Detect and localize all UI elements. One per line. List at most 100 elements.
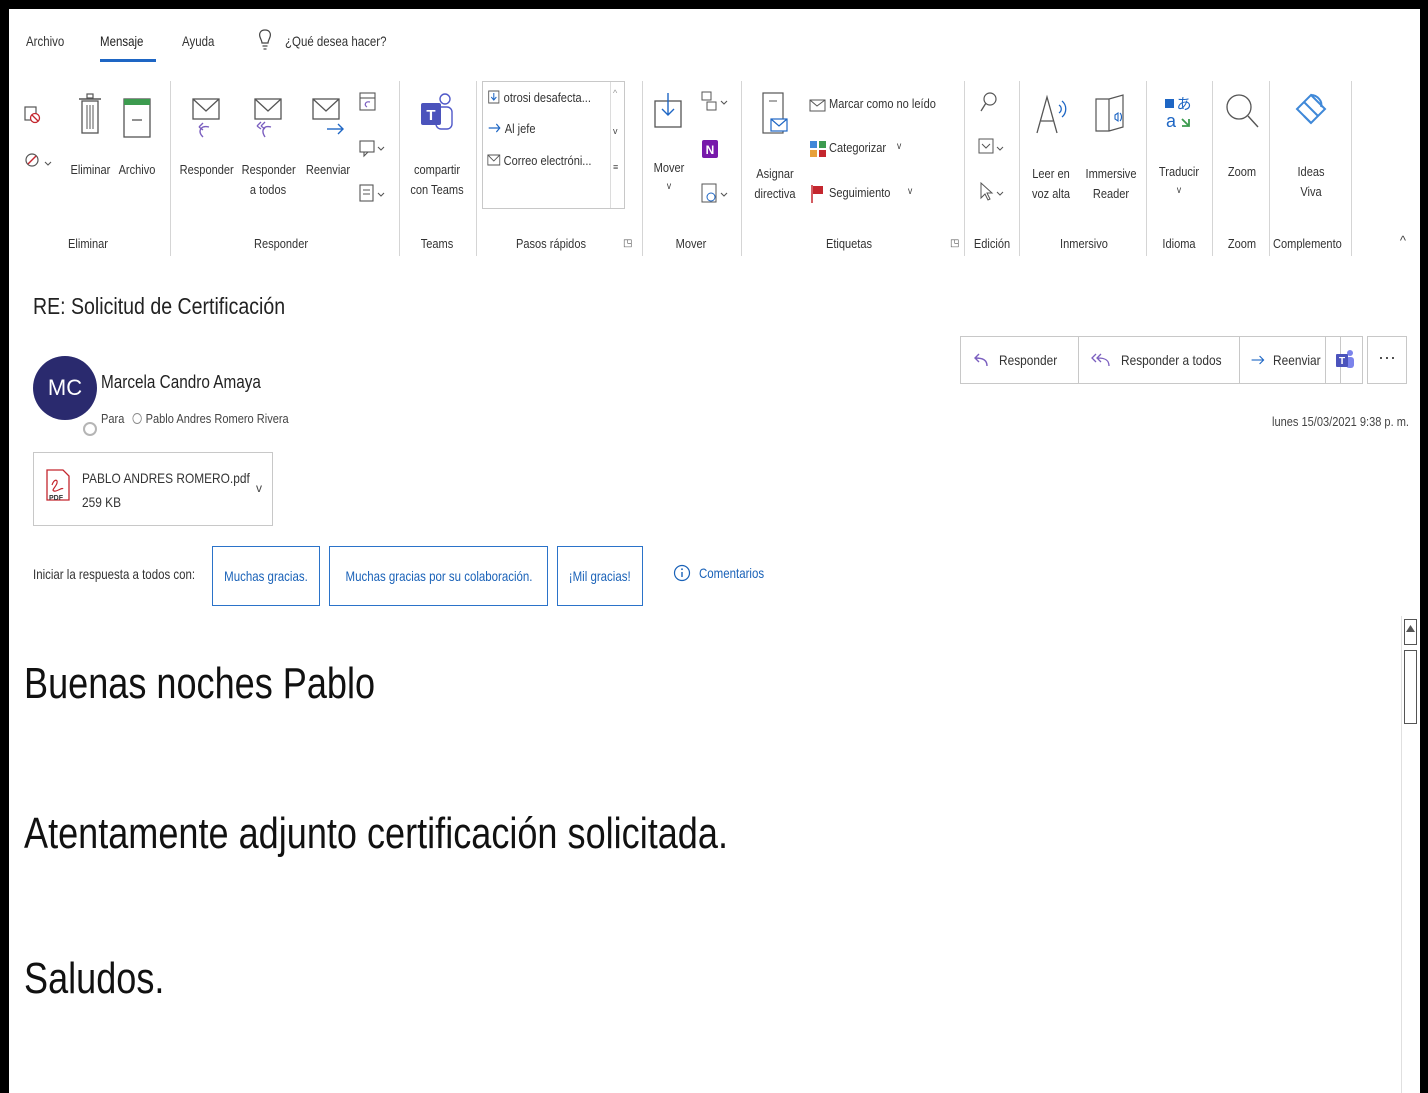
- dialog-launcher-icon[interactable]: ◳: [950, 238, 959, 249]
- read-aloud-button[interactable]: Leer en voz alta: [1023, 93, 1079, 203]
- dialog-launcher-icon[interactable]: ◳: [623, 238, 632, 249]
- suggested-reply-button[interactable]: Muchas gracias.: [212, 546, 320, 606]
- archive-button[interactable]: Archivo: [113, 93, 161, 177]
- suggested-replies: Iniciar la respuesta a todos con: Muchas…: [33, 546, 793, 608]
- follow-up-button[interactable]: Seguimiento v: [809, 183, 929, 207]
- chevron-down-icon: v: [1176, 185, 1182, 196]
- scroll-thumb[interactable]: [1404, 650, 1417, 724]
- assign-policy-label-2: directiva: [754, 186, 796, 201]
- svg-text:あ: あ: [1176, 95, 1191, 113]
- ribbon-separator: [1212, 81, 1213, 256]
- find-icon[interactable]: [979, 91, 999, 113]
- onenote-icon[interactable]: N: [699, 137, 723, 163]
- rules-icon[interactable]: [699, 89, 729, 115]
- feedback-link[interactable]: Comentarios: [673, 564, 778, 582]
- group-label-zoom: Zoom: [1227, 236, 1257, 251]
- sender-name[interactable]: Marcela Candro Amaya: [101, 372, 261, 393]
- translate-label: Traducir: [1158, 164, 1200, 179]
- ribbon-separator: [1146, 81, 1147, 256]
- reply-label: Responder: [179, 162, 234, 177]
- search-input[interactable]: ¿Qué desea hacer?: [285, 33, 386, 49]
- archive-icon: [123, 98, 151, 138]
- mark-unread-button[interactable]: Marcar como no leído: [809, 95, 959, 119]
- chevron-down-icon[interactable]: v: [613, 126, 618, 136]
- archive-label: Archivo: [118, 162, 156, 177]
- svg-text:N: N: [706, 143, 715, 157]
- more-respond-icon[interactable]: [358, 181, 386, 205]
- reply-button[interactable]: Responder: [175, 95, 237, 177]
- immersive-reader-icon: [1095, 94, 1124, 132]
- group-label-eliminar: Eliminar: [68, 236, 108, 251]
- quick-step-correo[interactable]: Correo electróni...: [487, 152, 592, 174]
- junk-icon[interactable]: [23, 150, 53, 172]
- meeting-reply-icon[interactable]: [358, 89, 378, 113]
- ignore-icon[interactable]: [23, 103, 41, 125]
- assign-policy-button[interactable]: Asignar directiva: [745, 91, 805, 201]
- categorize-icon: [810, 141, 826, 157]
- body-closing: Saludos.: [24, 954, 165, 1003]
- group-label-inmersivo: Inmersivo: [1060, 236, 1108, 251]
- reply-all-label-2: a todos: [249, 182, 287, 197]
- ribbon-separator: [1269, 81, 1270, 256]
- quick-steps-scroll[interactable]: ^ v ≡: [610, 82, 624, 208]
- collapse-ribbon-icon[interactable]: ^: [1400, 233, 1406, 248]
- reply-arrow-icon: [974, 353, 988, 367]
- immersive-reader-button[interactable]: Immersive Reader: [1079, 93, 1143, 203]
- read-aloud-label-2: voz alta: [1031, 186, 1071, 201]
- tab-mensaje[interactable]: Mensaje: [100, 33, 143, 49]
- attachment-card[interactable]: PDF PABLO ANDRES ROMERO.pdf 259 KB v: [33, 452, 273, 526]
- suggested-reply-button[interactable]: ¡Mil gracias!: [557, 546, 643, 606]
- actions-icon[interactable]: [699, 181, 729, 207]
- scroll-up-button[interactable]: [1404, 619, 1417, 645]
- forward-button[interactable]: Reenviar: [299, 95, 357, 177]
- reply-all-action-button[interactable]: Responder a todos: [1079, 337, 1240, 383]
- select-cursor-icon[interactable]: [977, 181, 1005, 203]
- avatar[interactable]: MC: [33, 356, 97, 420]
- follow-up-label: Seguimiento: [829, 185, 891, 200]
- teams-chat-button[interactable]: T: [1325, 336, 1363, 384]
- chevron-down-icon: v: [666, 181, 672, 192]
- trash-icon: [79, 93, 101, 134]
- group-label-idioma: Idioma: [1162, 236, 1196, 251]
- presence-status-icon: [83, 422, 97, 436]
- read-aloud-icon: [1036, 94, 1067, 134]
- reply-action-button[interactable]: Responder: [961, 337, 1079, 383]
- suggested-reply-button[interactable]: Muchas gracias por su colaboración.: [329, 546, 548, 606]
- chevron-up-icon[interactable]: ^: [613, 88, 617, 98]
- teams-icon: T: [421, 93, 453, 130]
- move-to-folder-icon: [488, 90, 500, 104]
- quick-step-otrosi[interactable]: otrosi desafecta...: [487, 89, 591, 111]
- related-icon[interactable]: [977, 136, 1005, 158]
- viva-insights-icon: [1295, 93, 1327, 125]
- categorize-button[interactable]: Categorizar v: [809, 138, 919, 162]
- delete-button[interactable]: Eliminar: [67, 93, 113, 177]
- zoom-button[interactable]: Zoom: [1216, 91, 1268, 181]
- im-reply-icon[interactable]: [358, 135, 386, 159]
- forward-label: Reenviar: [305, 162, 351, 177]
- group-label-mover: Mover: [675, 236, 707, 251]
- chevron-down-icon[interactable]: v: [256, 481, 262, 495]
- quick-step-al-jefe[interactable]: Al jefe: [487, 120, 535, 142]
- teams-icon: T: [1336, 350, 1354, 368]
- recipient-name[interactable]: Pablo Andres Romero Rivera: [146, 411, 289, 426]
- body-scrollbar[interactable]: [1401, 616, 1420, 1093]
- expand-gallery-icon[interactable]: ≡: [613, 162, 618, 172]
- menu-tabs: Archivo Mensaje Ayuda ¿Qué desea hacer?: [9, 9, 1420, 73]
- attachment-name: PABLO ANDRES ROMERO.pdf: [82, 470, 250, 486]
- more-actions-button[interactable]: ···: [1367, 336, 1407, 384]
- message-subject: RE: Solicitud de Certificación: [33, 293, 286, 319]
- reply-all-button[interactable]: Responder a todos: [237, 95, 299, 197]
- move-button[interactable]: Mover v: [646, 91, 692, 201]
- triangle-up-icon: [1406, 625, 1415, 632]
- share-to-teams-button[interactable]: T compartir con Teams: [404, 91, 470, 201]
- chevron-down-icon: v: [908, 186, 913, 197]
- quick-step-correo-label: Correo electróni...: [503, 153, 592, 168]
- group-label-pasos-rapidos: Pasos rápidos: [515, 236, 587, 251]
- tab-ayuda[interactable]: Ayuda: [182, 33, 214, 49]
- tab-archivo[interactable]: Archivo: [26, 33, 64, 49]
- viva-insights-button[interactable]: Ideas Viva: [1273, 91, 1349, 201]
- mark-unread-icon: [809, 99, 826, 112]
- reply-icon: [192, 98, 220, 138]
- translate-button[interactable]: あ a Traducir v: [1150, 91, 1208, 201]
- svg-text:T: T: [1339, 356, 1345, 367]
